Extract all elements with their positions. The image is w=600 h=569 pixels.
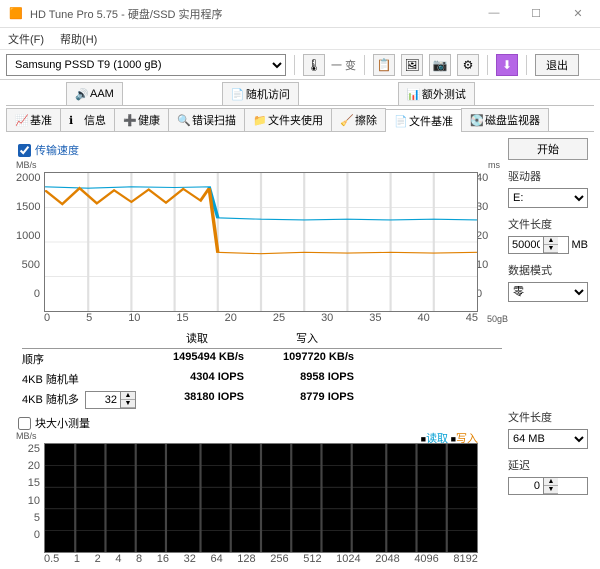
y-left-unit-2: MB/s [16, 431, 37, 441]
tab-info[interactable]: ℹ信息 [60, 108, 115, 131]
data-mode-label: 数据模式 [508, 262, 588, 278]
x-unit: 50gB [487, 314, 508, 324]
tab-benchmark[interactable]: 📈基准 [6, 108, 61, 131]
app-icon: 🟧 [8, 6, 24, 22]
drive-letter-select[interactable]: E: [508, 188, 588, 208]
x-axis: 051015202530354045 [42, 312, 480, 324]
block-size-chart [44, 443, 478, 553]
camera-icon[interactable]: 📷 [429, 54, 451, 76]
menu-file[interactable]: 文件(F) [8, 31, 44, 47]
copy-icon[interactable]: 📋 [373, 54, 395, 76]
secondary-tabs: 🔊AAM 📄随机访问 📊额外测试 [6, 82, 594, 106]
y-axis-left-2: 2520151050 [16, 443, 40, 541]
tab-folder-usage[interactable]: 📁文件夹使用 [244, 108, 332, 131]
tab-file-benchmark[interactable]: 📄文件基准 [385, 109, 462, 132]
file-length-label: 文件长度 [508, 216, 588, 232]
block-length-select[interactable]: 64 MB [508, 429, 588, 449]
drive-label: 驱动器 [508, 168, 588, 184]
tab-error-scan[interactable]: 🔍错误扫描 [168, 108, 245, 131]
y-axis-right: 403020100 [476, 172, 500, 300]
main-tabs: 📈基准 ℹ信息 ➕健康 🔍错误扫描 📁文件夹使用 🧹擦除 📄文件基准 💽磁盘监视… [6, 108, 594, 132]
block-size-checkbox[interactable]: 块大小测量 [18, 415, 502, 431]
start-button[interactable]: 开始 [508, 138, 588, 160]
threads-spinner[interactable]: ▲▼ [85, 391, 136, 409]
file-length-label-2: 文件长度 [508, 409, 588, 425]
titlebar: 🟧 HD Tune Pro 5.75 - 硬盘/SSD 实用程序 — ☐ ✕ [0, 0, 600, 28]
window-title: HD Tune Pro 5.75 - 硬盘/SSD 实用程序 [30, 6, 223, 22]
y-axis-left: 2000150010005000 [16, 172, 40, 300]
temp-label: 一 变 [331, 57, 356, 73]
file-length-spinner[interactable]: ▲▼ [508, 236, 569, 254]
drive-select[interactable]: Samsung PSSD T9 (1000 gB) [6, 54, 286, 76]
minimize-button[interactable]: — [480, 7, 508, 20]
delay-label: 延迟 [508, 457, 588, 473]
y-left-unit: MB/s [16, 160, 37, 170]
tab-extra-tests[interactable]: 📊额外测试 [398, 82, 475, 105]
tab-erase[interactable]: 🧹擦除 [331, 108, 386, 131]
results-table: 读取写入 顺序1495494 KB/s1097720 KB/s 4KB 随机单4… [22, 328, 502, 411]
tab-disk-monitor[interactable]: 💽磁盘监视器 [461, 108, 549, 131]
table-row: 4KB 随机单4304 IOPS8958 IOPS [22, 369, 502, 389]
menubar: 文件(F) 帮助(H) [0, 28, 600, 50]
y-right-unit: ms [488, 160, 500, 170]
data-mode-select[interactable]: 零 [508, 282, 588, 302]
maximize-button[interactable]: ☐ [522, 7, 550, 20]
tab-aam[interactable]: 🔊AAM [66, 82, 123, 105]
transfer-speed-chart [44, 172, 478, 312]
table-row: 顺序1495494 KB/s1097720 KB/s [22, 349, 502, 369]
menu-help[interactable]: 帮助(H) [60, 31, 97, 47]
save-icon[interactable]: ⬇ [496, 54, 518, 76]
transfer-speed-checkbox[interactable]: 传输速度 [18, 142, 502, 158]
screenshot-icon[interactable]: 🖼 [401, 54, 423, 76]
temperature-icon[interactable]: 🌡 [303, 54, 325, 76]
mb-unit: MB [572, 239, 589, 251]
x-axis-2: 0.512481632641282565121024204840968192 [42, 553, 480, 565]
exit-button[interactable]: 退出 [535, 54, 579, 76]
toolbar: Samsung PSSD T9 (1000 gB) 🌡 一 变 📋 🖼 📷 ⚙ … [0, 50, 600, 80]
table-row: 4KB 随机多 ▲▼38180 IOPS8779 IOPS [22, 389, 502, 411]
tab-random-access[interactable]: 📄随机访问 [222, 82, 299, 105]
delay-spinner[interactable]: ▲▼ [508, 477, 588, 495]
close-button[interactable]: ✕ [564, 7, 592, 20]
tab-health[interactable]: ➕健康 [114, 108, 169, 131]
options-icon[interactable]: ⚙ [457, 54, 479, 76]
